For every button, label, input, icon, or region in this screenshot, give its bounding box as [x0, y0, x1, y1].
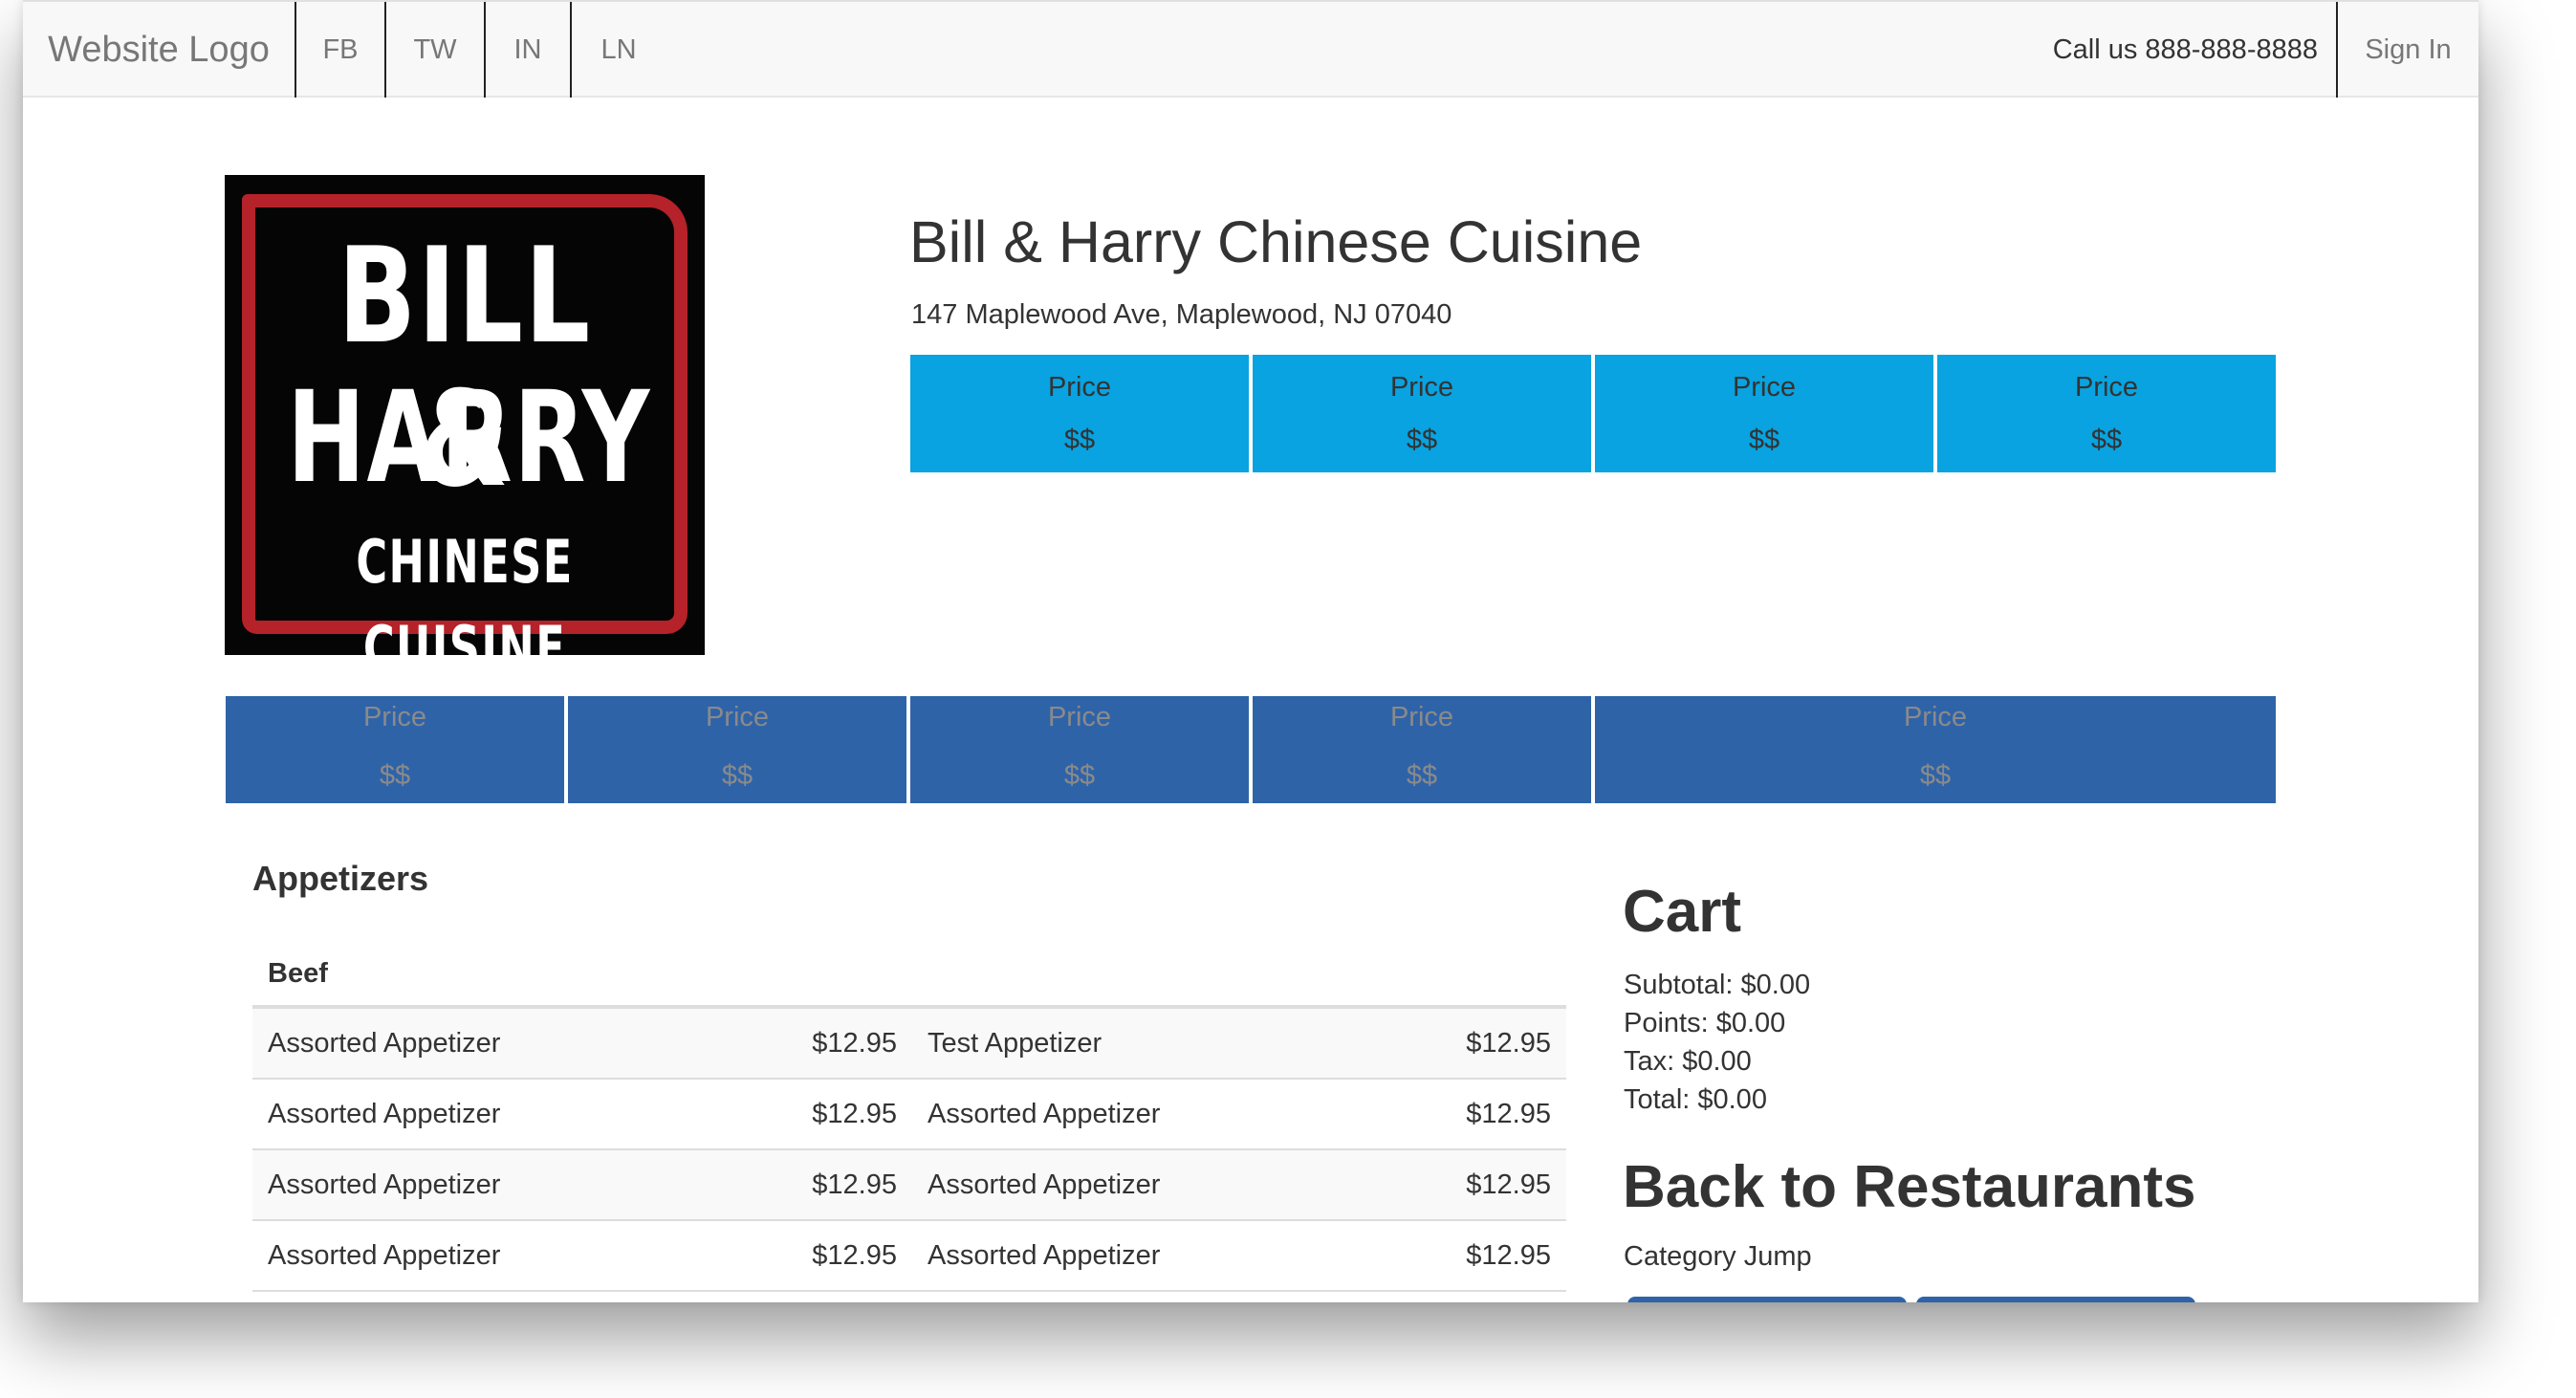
menu-item-price: $12.95 — [1466, 1027, 1551, 1059]
price-tile-label: Price — [705, 702, 770, 732]
price-tiles-top: Price $$ Price $$ Price $$ Price $$ — [910, 355, 2276, 472]
menu-item-price: $12.95 — [1466, 1169, 1551, 1200]
price-tile-value: $$ — [379, 760, 411, 791]
menu-item-name[interactable]: Assorted Appetizer — [912, 1169, 1333, 1201]
price-tile-label: Price — [1389, 702, 1454, 732]
menu-table: Beef Assorted Appetizer $12.95 Test Appe… — [252, 942, 1566, 1292]
price-tile[interactable]: Price $$ — [910, 696, 1249, 803]
twitter-link[interactable]: TW — [386, 2, 484, 98]
price-tile-value: $$ — [1063, 424, 1096, 455]
price-tile-value: $$ — [1406, 760, 1438, 791]
browser-window: Website Logo FB TW IN LN Call us 888-888… — [23, 0, 2478, 1302]
menu-item-price: $12.95 — [812, 1239, 897, 1271]
menu-category-header: Beef — [252, 942, 1566, 1009]
price-tile[interactable]: Price $$ — [1595, 696, 2276, 803]
price-tile-value: $$ — [1748, 424, 1780, 455]
table-row: Assorted Appetizer $12.95 Test Appetizer… — [252, 1009, 1566, 1080]
table-row: Assorted Appetizer $12.95 Assorted Appet… — [252, 1080, 1566, 1150]
category-jump-button[interactable] — [1627, 1297, 1907, 1302]
price-tile-value: $$ — [1406, 424, 1438, 455]
price-tile-label: Price — [1047, 371, 1112, 403]
cart-title: Cart — [1623, 879, 1742, 945]
menu-item-price: $12.95 — [812, 1169, 897, 1200]
price-tile-value: $$ — [721, 760, 753, 791]
restaurant-name: Bill & Harry Chinese Cuisine — [909, 209, 1643, 274]
menu-item-name[interactable]: Assorted Appetizer — [252, 1028, 673, 1059]
menu-item-name[interactable]: Assorted Appetizer — [252, 1099, 673, 1130]
menu-item-name[interactable]: Test Appetizer — [912, 1028, 1333, 1059]
menu-item-name[interactable]: Assorted Appetizer — [252, 1169, 673, 1201]
price-tile-label: Price — [362, 702, 427, 732]
price-tile[interactable]: Price $$ — [568, 696, 906, 803]
call-us-text: Call us 888-888-8888 — [2052, 33, 2318, 65]
logo-text-line-2: HARRY — [287, 364, 651, 512]
cart-summary: Subtotal: $0.00 Points: $0.00 Tax: $0.00… — [1624, 966, 1810, 1119]
price-tile-label: Price — [1047, 702, 1112, 732]
menu-item-price: $12.95 — [812, 1098, 897, 1129]
menu-item-name[interactable]: Assorted Appetizer — [252, 1240, 673, 1272]
price-tiles-bottom: Price $$ Price $$ Price $$ Price $$ Pric… — [226, 696, 2276, 803]
instagram-link[interactable]: IN — [486, 2, 570, 98]
price-tile[interactable]: Price $$ — [1595, 355, 1933, 472]
menu-item-price: $12.95 — [1466, 1239, 1551, 1271]
price-tile[interactable]: Price $$ — [910, 355, 1249, 472]
back-to-restaurants-link[interactable]: Back to Restaurants — [1623, 1153, 2196, 1221]
price-tile[interactable]: Price $$ — [1937, 355, 2276, 472]
restaurant-logo: BILL & HARRY CHINESE CUISINE — [225, 175, 705, 683]
logo-text-line-3: CHINESE CUISINE — [356, 527, 574, 683]
facebook-link[interactable]: FB — [296, 2, 384, 98]
top-navbar: Website Logo FB TW IN LN Call us 888-888… — [23, 0, 2478, 98]
price-tile-value: $$ — [2090, 424, 2123, 455]
menu-item-price: $12.95 — [1466, 1098, 1551, 1129]
price-tile-label: Price — [1903, 702, 1968, 732]
price-tile-label: Price — [1389, 371, 1454, 403]
menu-item-name[interactable]: Assorted Appetizer — [912, 1240, 1333, 1272]
sign-in-link[interactable]: Sign In — [2338, 2, 2478, 98]
cart-subtotal: Subtotal: $0.00 — [1624, 970, 1811, 1000]
table-row: Assorted Appetizer $12.95 Assorted Appet… — [252, 1150, 1566, 1221]
menu-item-name[interactable]: Assorted Appetizer — [912, 1099, 1333, 1130]
restaurant-address: 147 Maplewood Ave, Maplewood, NJ 07040 — [911, 299, 1452, 330]
cart-points: Points: $0.00 — [1624, 1008, 1786, 1038]
price-tile-label: Price — [2074, 371, 2139, 403]
linkedin-link[interactable]: LN — [572, 2, 666, 98]
category-jump-button[interactable] — [1916, 1297, 2195, 1302]
cart-tax: Tax: $0.00 — [1624, 1046, 1752, 1077]
cart-total: Total: $0.00 — [1624, 1084, 1767, 1115]
price-tile-value: $$ — [1063, 760, 1096, 791]
table-row: Assorted Appetizer $12.95 Assorted Appet… — [252, 1221, 1566, 1292]
menu-item-price: $12.95 — [812, 1027, 897, 1059]
price-tile[interactable]: Price $$ — [226, 696, 564, 803]
price-tile-label: Price — [1732, 371, 1797, 403]
price-tile[interactable]: Price $$ — [1253, 696, 1591, 803]
category-jump-label: Category Jump — [1624, 1241, 1812, 1272]
website-logo-link[interactable]: Website Logo — [23, 2, 295, 98]
price-tile[interactable]: Price $$ — [1253, 355, 1591, 472]
menu-section-title: Appetizers — [252, 859, 429, 898]
price-tile-value: $$ — [1919, 760, 1952, 791]
